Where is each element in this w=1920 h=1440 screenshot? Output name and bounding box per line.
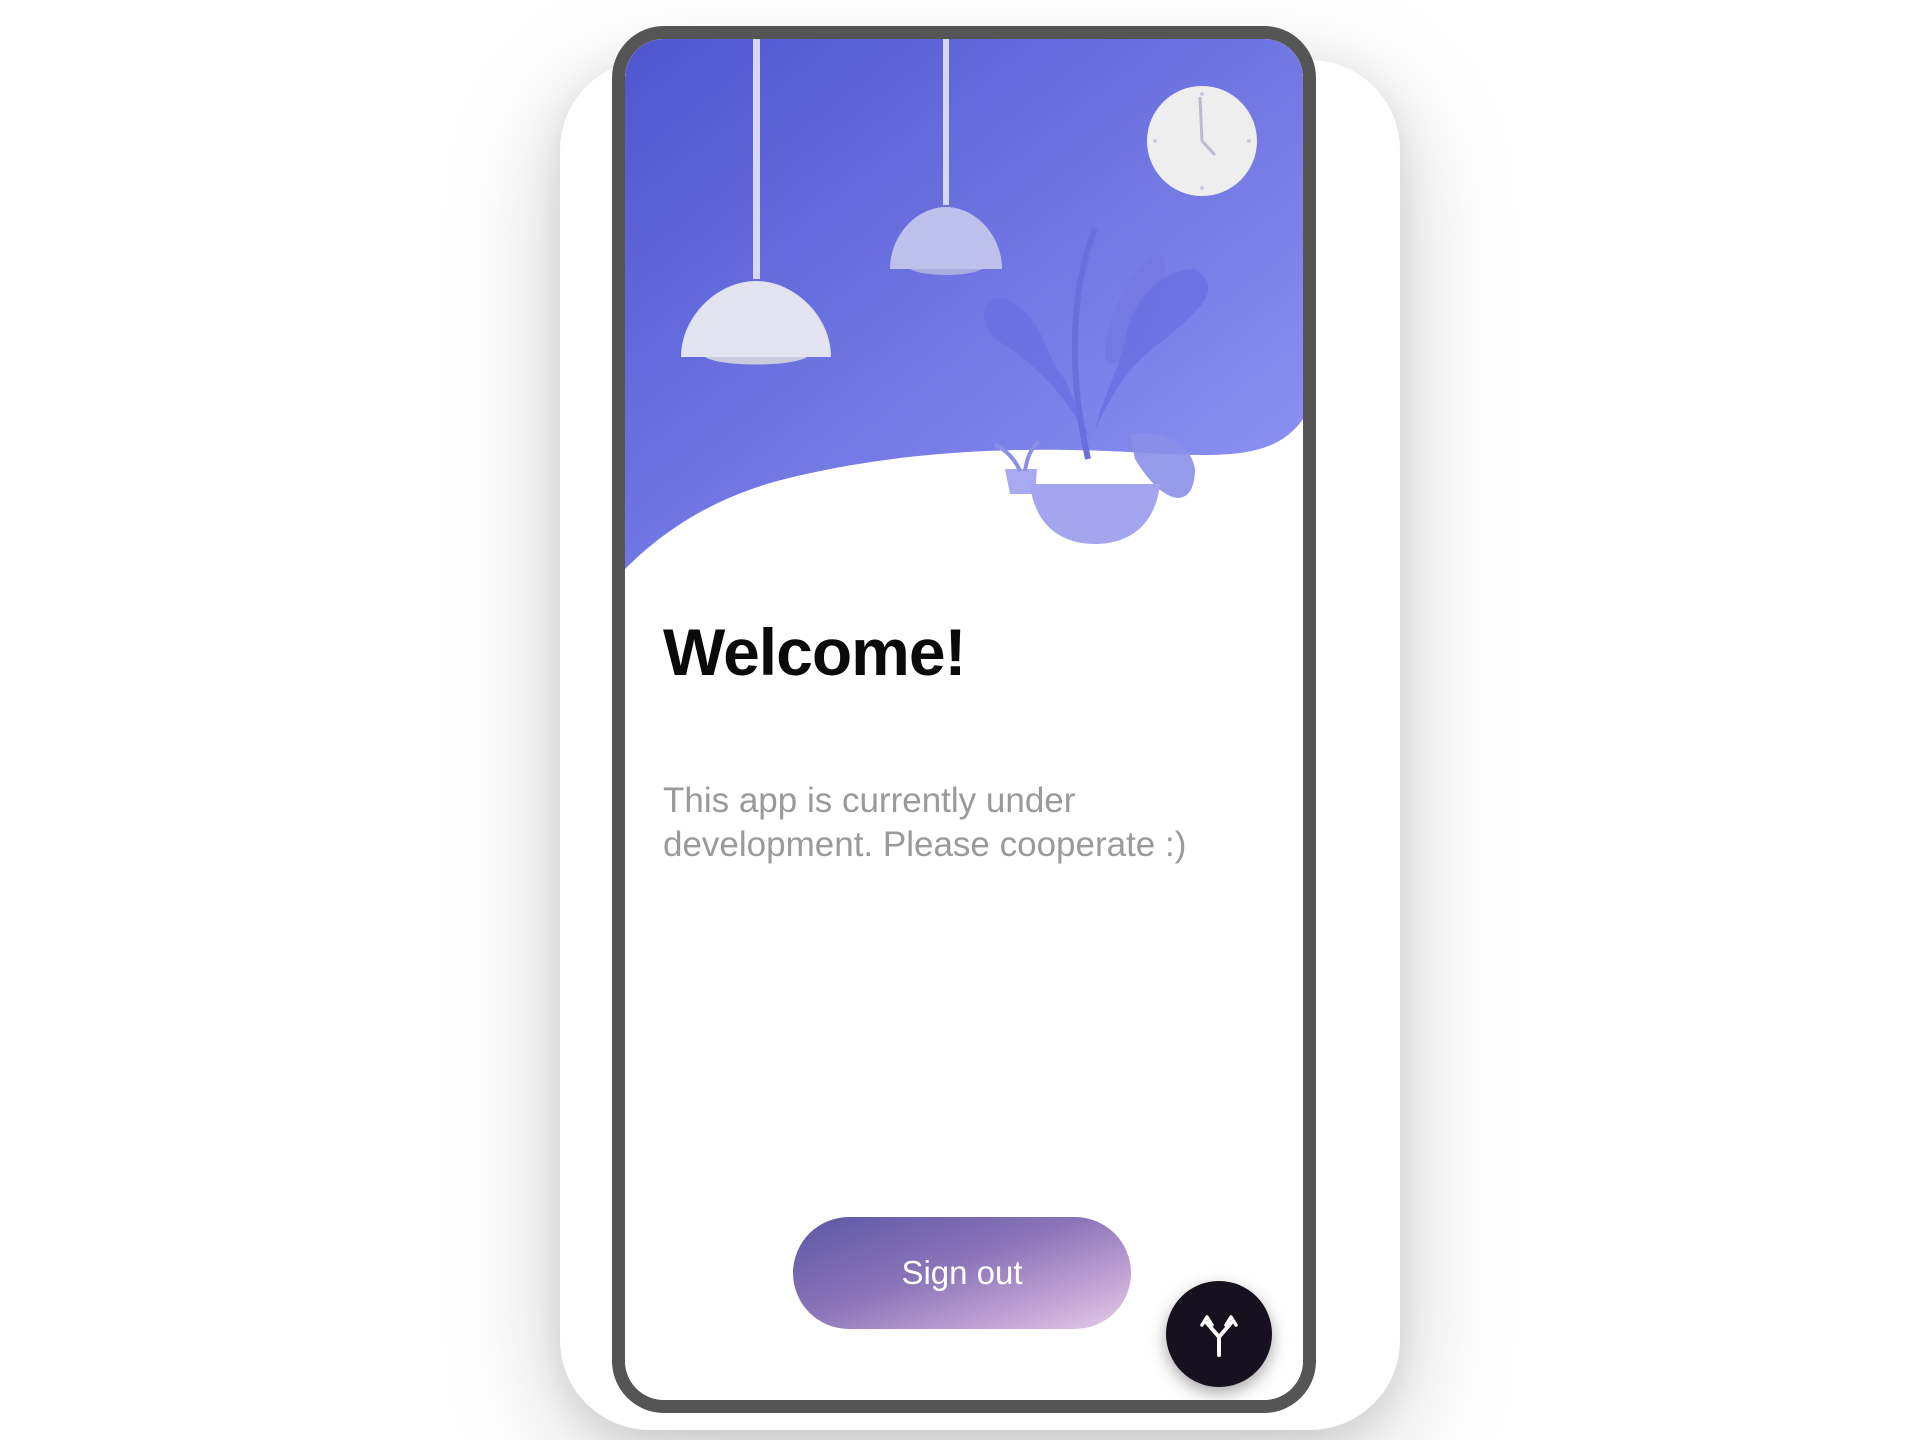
phone-frame: Welcome! This app is currently under dev… xyxy=(612,26,1316,1413)
sign-out-button[interactable]: Sign out xyxy=(793,1217,1131,1329)
sign-out-label: Sign out xyxy=(901,1254,1023,1291)
page-title: Welcome! xyxy=(663,615,967,689)
hero-illustration xyxy=(625,39,1303,569)
merge-fab-button[interactable] xyxy=(1166,1281,1272,1387)
wall-clock-icon xyxy=(1147,86,1257,196)
page-subtitle: This app is currently under development.… xyxy=(663,781,1187,864)
app-screen: Welcome! This app is currently under dev… xyxy=(625,39,1303,1400)
merge-arrows-icon xyxy=(1200,1315,1238,1357)
page-background: Welcome! This app is currently under dev… xyxy=(0,0,1920,1440)
